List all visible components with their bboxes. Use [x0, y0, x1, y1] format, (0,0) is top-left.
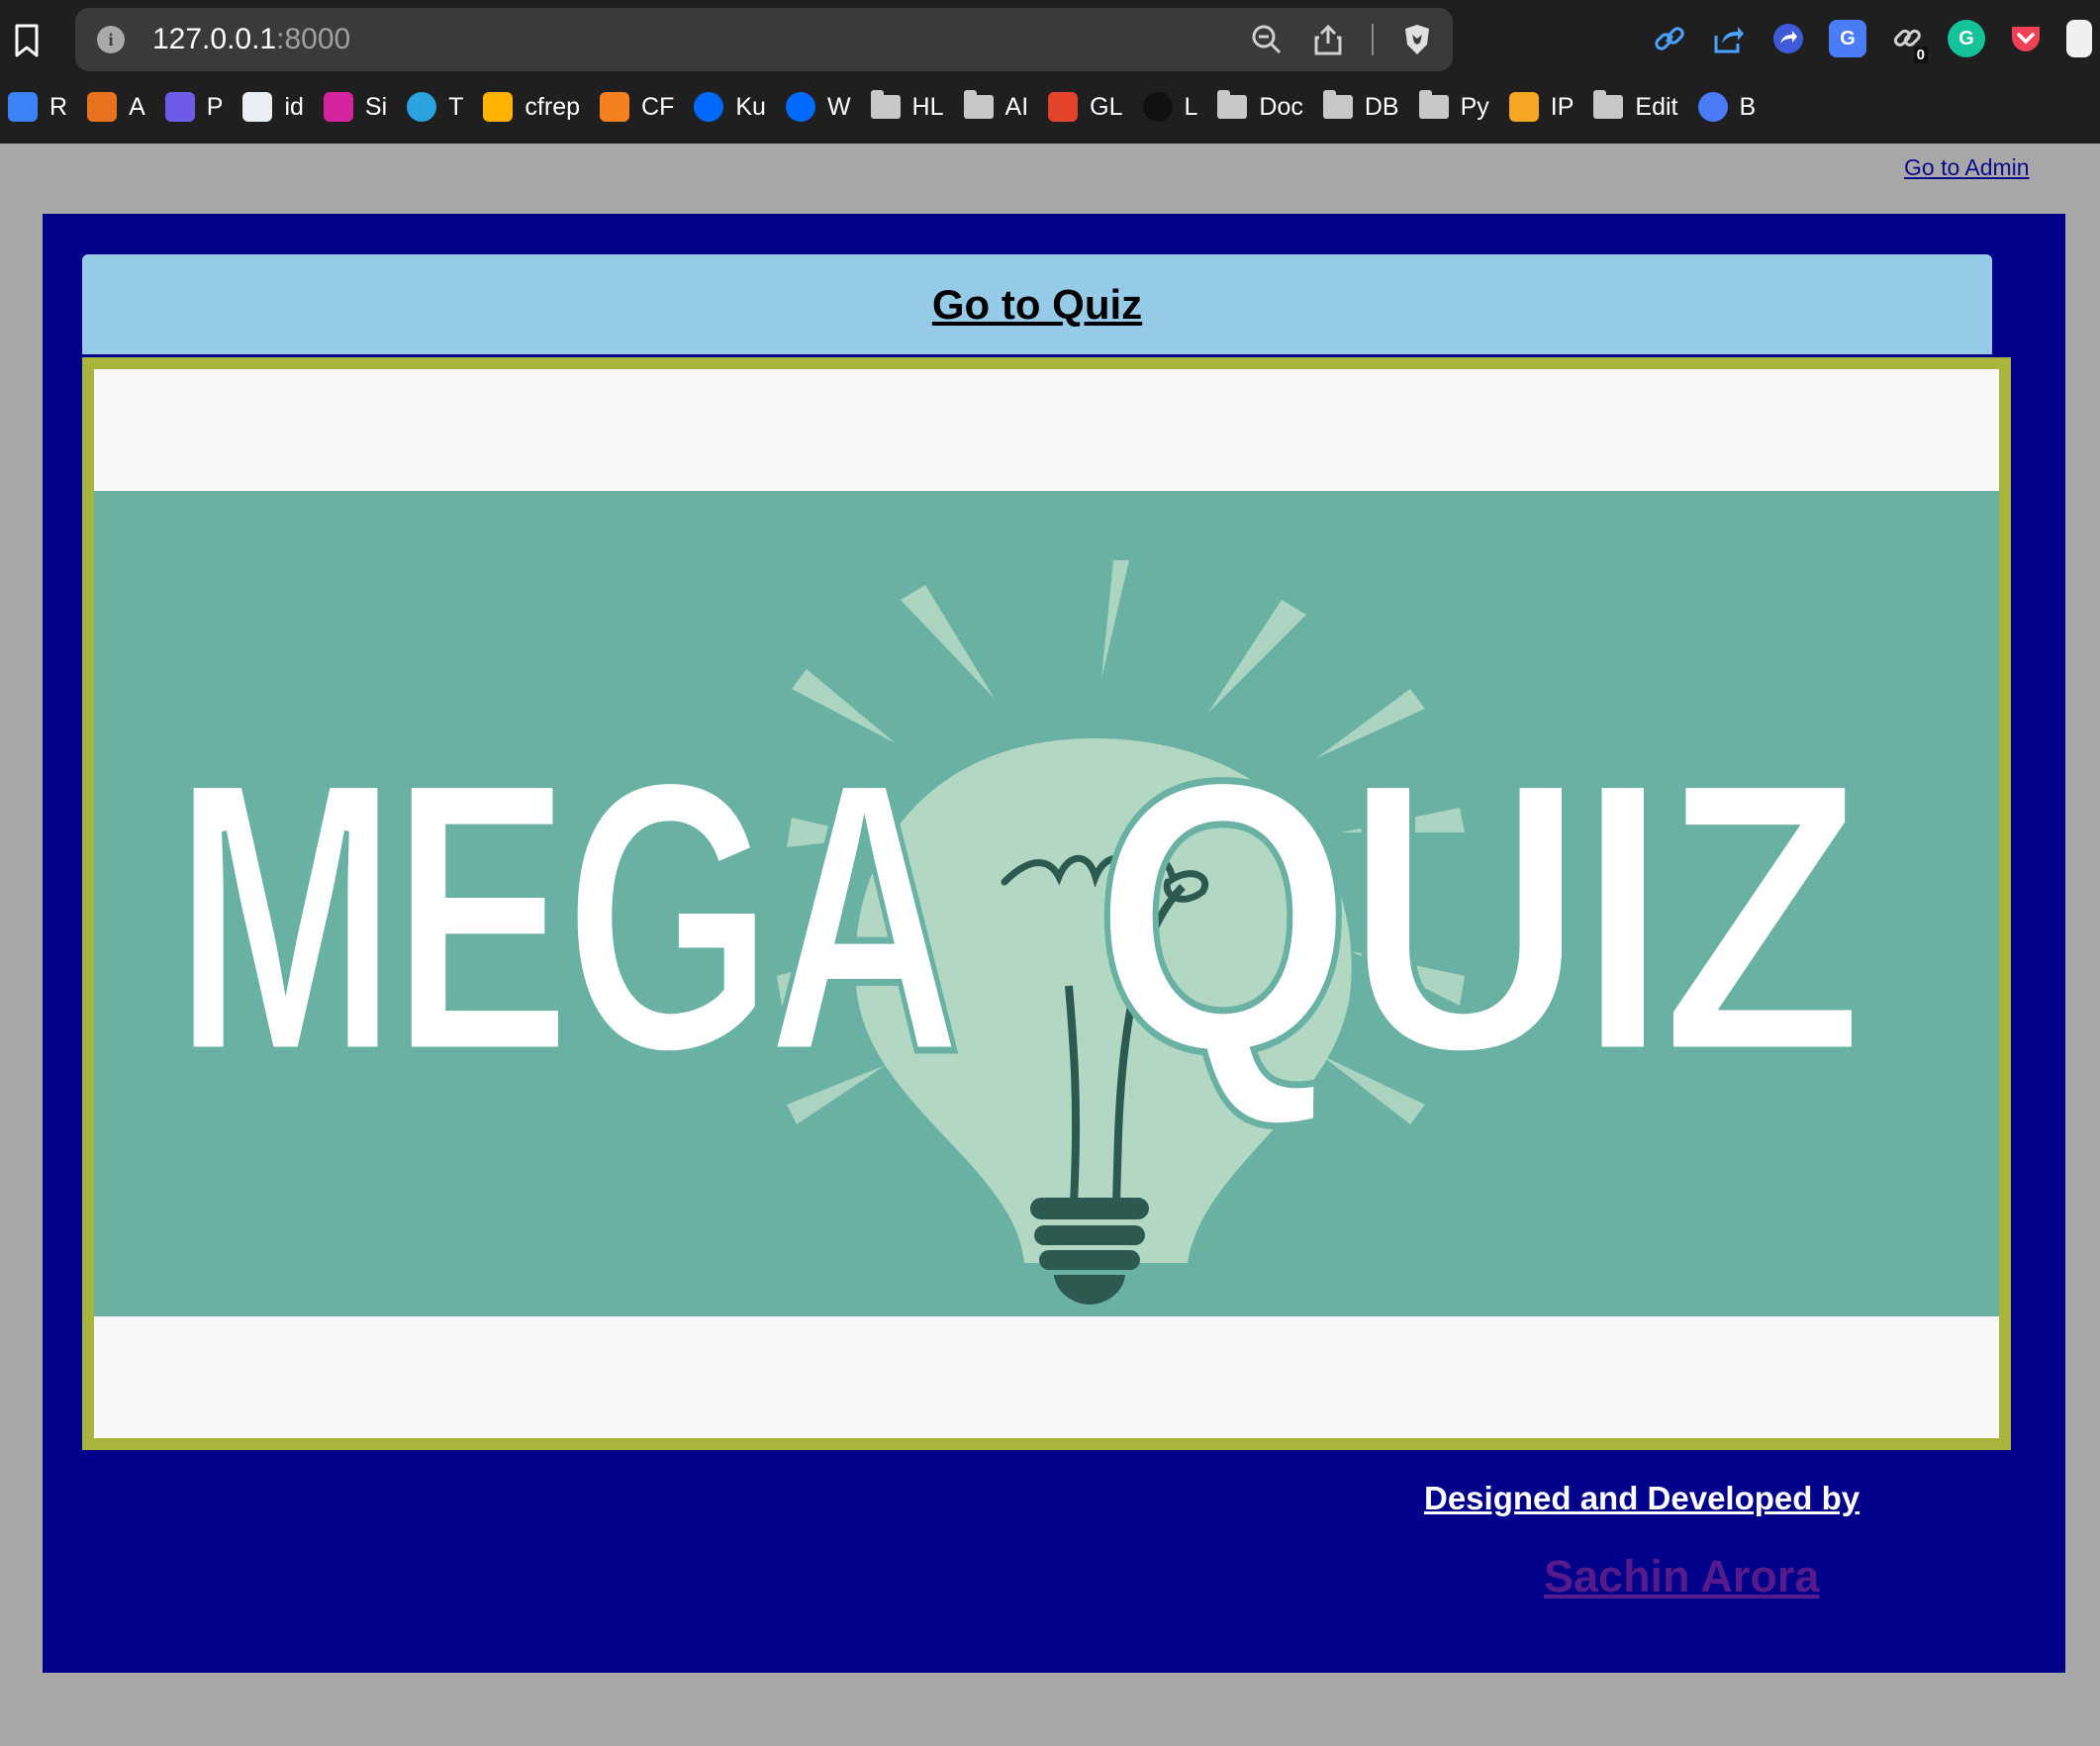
- folder-icon: [1593, 90, 1624, 119]
- url-text[interactable]: 127.0.0.1:8000: [152, 23, 350, 56]
- credit-label: Designed and Developed by: [1424, 1480, 1861, 1516]
- hero-image-frame: MEGA QUIZ: [82, 357, 2011, 1450]
- bookmark-label: cfrep: [525, 92, 581, 121]
- bookmark-item[interactable]: Py: [1418, 90, 1489, 122]
- hero-title-mega: MEGA: [173, 701, 957, 1132]
- bookmark-item[interactable]: CF: [600, 92, 674, 122]
- pocket-icon[interactable]: [2007, 20, 2045, 57]
- bookmark-label: Doc: [1259, 92, 1303, 121]
- cube-icon: [1508, 92, 1539, 122]
- share-out-icon[interactable]: [1710, 20, 1748, 57]
- bookmark-item[interactable]: GL: [1048, 92, 1123, 122]
- bookmark-label: B: [1739, 92, 1757, 121]
- bookmark-label: HL: [911, 92, 944, 121]
- bookmark-item[interactable]: L: [1142, 92, 1198, 122]
- calendar-icon[interactable]: [2066, 20, 2092, 57]
- bookmark-item[interactable]: cfrep: [483, 92, 580, 122]
- bookmark-item[interactable]: Doc: [1217, 90, 1303, 122]
- bookmark-label: id: [284, 92, 304, 121]
- bookmark-item[interactable]: Si: [323, 92, 388, 122]
- address-bar[interactable]: i 127.0.0.1:8000: [75, 8, 1453, 71]
- bookmark-label: R: [49, 92, 68, 121]
- bookmarks-bar: R A Pid Si Tcfrep CF Ku W HL AI GL L Doc DB Py IP Edit B: [8, 89, 1756, 125]
- author-link[interactable]: Sachin Arora: [1544, 1551, 1819, 1602]
- bookmark-item[interactable]: HL: [870, 90, 944, 122]
- bookmark-item[interactable]: P: [164, 92, 224, 122]
- grammarly-icon[interactable]: G: [1948, 20, 1985, 57]
- lightbulb-illustration: MEGA QUIZ: [94, 491, 1999, 1316]
- site-info-icon[interactable]: i: [97, 26, 125, 53]
- translate-icon[interactable]: G: [1829, 20, 1866, 57]
- forward-icon[interactable]: [1769, 20, 1807, 57]
- bookmark-item[interactable]: Edit: [1593, 90, 1678, 122]
- folder-icon: [963, 90, 994, 119]
- share-icon[interactable]: [1310, 22, 1346, 57]
- gitlab-icon: [1048, 92, 1079, 122]
- folder-icon: [1322, 90, 1353, 119]
- tiktok-icon: [1142, 92, 1173, 122]
- bookmark-item[interactable]: id: [242, 92, 304, 122]
- bookmark-label: A: [129, 92, 145, 121]
- extension-badge: 0: [1913, 47, 1928, 63]
- bookmark-label: AI: [1004, 92, 1029, 121]
- bookmark-label: GL: [1090, 92, 1123, 121]
- go-to-quiz-link[interactable]: Go to Quiz: [932, 281, 1142, 329]
- bookmark-label: L: [1184, 92, 1198, 121]
- bookmark-label: Edit: [1635, 92, 1678, 121]
- bookmark-item[interactable]: B: [1697, 92, 1757, 122]
- link-counter-icon[interactable]: 0: [1888, 20, 1928, 63]
- bookmark-label: Ku: [735, 92, 766, 121]
- browser-chrome: i 127.0.0.1:8000 G 0 G R A P id Si T cfr…: [0, 0, 2100, 144]
- brave-shield-icon[interactable]: [1399, 22, 1435, 57]
- app-icon: [87, 92, 118, 122]
- telegram-icon: [407, 92, 437, 122]
- hero-title-quiz: QUIZ: [1094, 701, 1859, 1132]
- bookmark-label: Py: [1460, 92, 1489, 121]
- quiz-banner: Go to Quiz: [82, 254, 1992, 354]
- sparkle-icon: [1697, 92, 1728, 122]
- main-panel: Go to Quiz MEGA QUIZ Designed and Develo…: [43, 214, 2065, 1673]
- bookmark-label: P: [206, 92, 224, 121]
- bookmark-item[interactable]: T: [407, 92, 463, 122]
- bookmark-label: CF: [641, 92, 675, 121]
- id-card-icon: [242, 92, 273, 122]
- digitalocean-icon: [785, 92, 815, 122]
- bookmark-item[interactable]: W: [785, 92, 851, 122]
- hero-image: MEGA QUIZ: [94, 369, 1999, 1438]
- bookmark-item[interactable]: DB: [1322, 90, 1399, 122]
- divider: [1372, 24, 1374, 55]
- admin-link[interactable]: Go to Admin: [1904, 154, 2030, 181]
- bookmark-label: IP: [1550, 92, 1575, 121]
- bookmark-label: W: [826, 92, 851, 121]
- cloudflare-icon: [600, 92, 630, 122]
- list-icon: [164, 92, 195, 122]
- digitalocean-icon: [694, 92, 724, 122]
- bookmark-label: Si: [364, 92, 388, 121]
- bookmark-icon[interactable]: [14, 24, 40, 57]
- bookmark-item[interactable]: AI: [963, 90, 1029, 122]
- instagram-icon: [323, 92, 353, 122]
- folder-icon: [1217, 90, 1248, 119]
- zoom-out-icon[interactable]: [1249, 22, 1285, 57]
- bookmark-label: DB: [1364, 92, 1399, 121]
- folder-icon: [1418, 90, 1449, 119]
- bookmark-item[interactable]: R: [8, 92, 67, 122]
- firebase-icon: [483, 92, 514, 122]
- folder-icon: [870, 90, 901, 119]
- raycast-icon: [8, 92, 38, 122]
- bookmark-item[interactable]: A: [87, 92, 145, 122]
- link-icon[interactable]: [1651, 20, 1688, 57]
- extensions-toolbar: G 0 G: [1651, 20, 2092, 63]
- bookmark-item[interactable]: Ku: [694, 92, 766, 122]
- bookmark-item[interactable]: IP: [1508, 92, 1575, 122]
- bookmark-label: T: [448, 92, 464, 121]
